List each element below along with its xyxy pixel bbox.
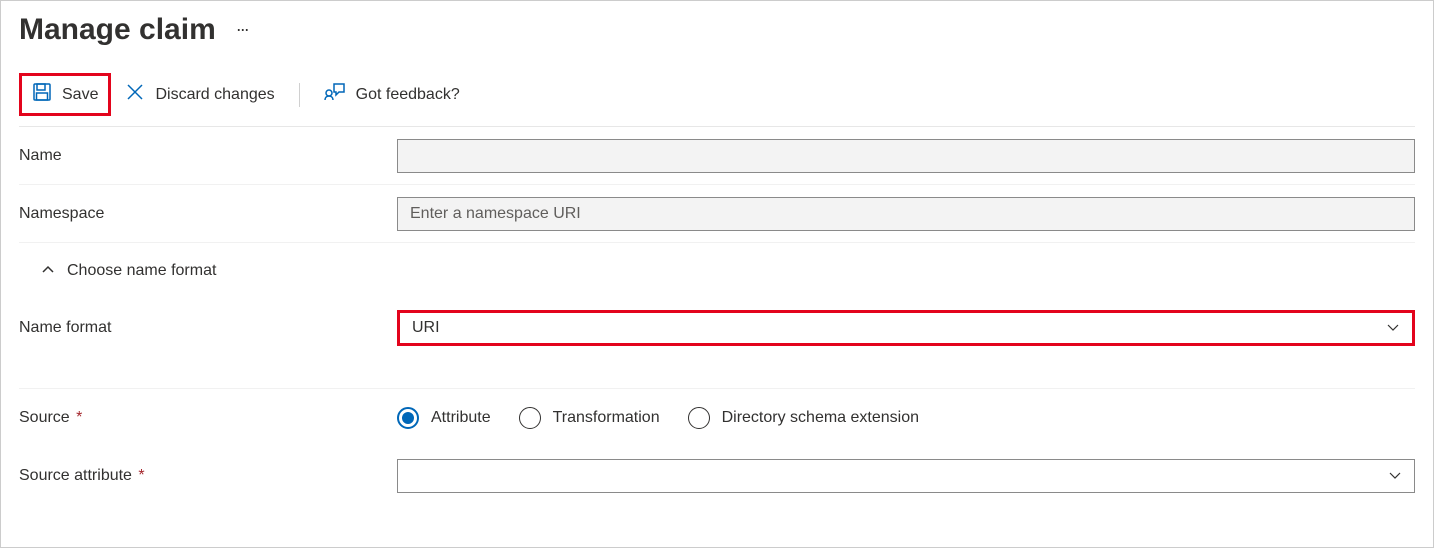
choose-name-format-label: Choose name format	[67, 262, 216, 280]
name-format-value: URI	[412, 319, 440, 337]
page-header: Manage claim ···	[19, 13, 1415, 47]
radio-icon	[688, 407, 710, 429]
source-radio-group: Attribute Transformation Directory schem…	[397, 407, 1415, 429]
source-radio-attribute[interactable]: Attribute	[397, 407, 491, 429]
radio-label: Directory schema extension	[722, 409, 919, 427]
name-format-label: Name format	[19, 319, 397, 337]
source-radio-directory[interactable]: Directory schema extension	[688, 407, 919, 429]
required-mark: *	[76, 409, 82, 426]
source-radio-transformation[interactable]: Transformation	[519, 407, 660, 429]
name-format-select[interactable]: URI	[397, 310, 1415, 346]
chevron-up-icon	[41, 263, 55, 280]
discard-button[interactable]: Discard changes	[115, 76, 284, 113]
required-mark: *	[138, 467, 144, 484]
claim-form: Name Namespace Choose name format Name f…	[19, 127, 1415, 505]
name-label: Name	[19, 147, 397, 165]
save-label: Save	[62, 86, 98, 104]
radio-icon	[519, 407, 541, 429]
chevron-down-icon	[1386, 320, 1400, 337]
source-attribute-label: Source attribute *	[19, 467, 397, 485]
source-label: Source *	[19, 409, 397, 427]
namespace-row: Namespace	[19, 185, 1415, 243]
source-attribute-select[interactable]	[397, 459, 1415, 493]
choose-name-format-toggle[interactable]: Choose name format	[19, 243, 1415, 299]
save-button[interactable]: Save	[19, 73, 111, 116]
close-icon	[125, 82, 145, 107]
toolbar: Save Discard changes Got feedback?	[19, 73, 1415, 127]
name-row: Name	[19, 127, 1415, 185]
radio-label: Attribute	[431, 409, 491, 427]
feedback-label: Got feedback?	[356, 86, 460, 104]
spacer	[19, 357, 1415, 389]
page-title: Manage claim	[19, 13, 216, 47]
toolbar-separator	[299, 83, 300, 107]
feedback-icon	[324, 82, 346, 107]
name-input[interactable]	[397, 139, 1415, 173]
source-attribute-row: Source attribute *	[19, 447, 1415, 505]
name-format-row: Name format URI	[19, 299, 1415, 357]
namespace-label: Namespace	[19, 205, 397, 223]
radio-icon	[397, 407, 419, 429]
more-icon[interactable]: ···	[236, 19, 248, 42]
discard-label: Discard changes	[155, 86, 274, 104]
chevron-down-icon	[1388, 468, 1402, 485]
feedback-button[interactable]: Got feedback?	[314, 76, 470, 113]
radio-label: Transformation	[553, 409, 660, 427]
namespace-input[interactable]	[397, 197, 1415, 231]
save-icon	[32, 82, 52, 107]
source-row: Source * Attribute Transformation Direc	[19, 389, 1415, 447]
